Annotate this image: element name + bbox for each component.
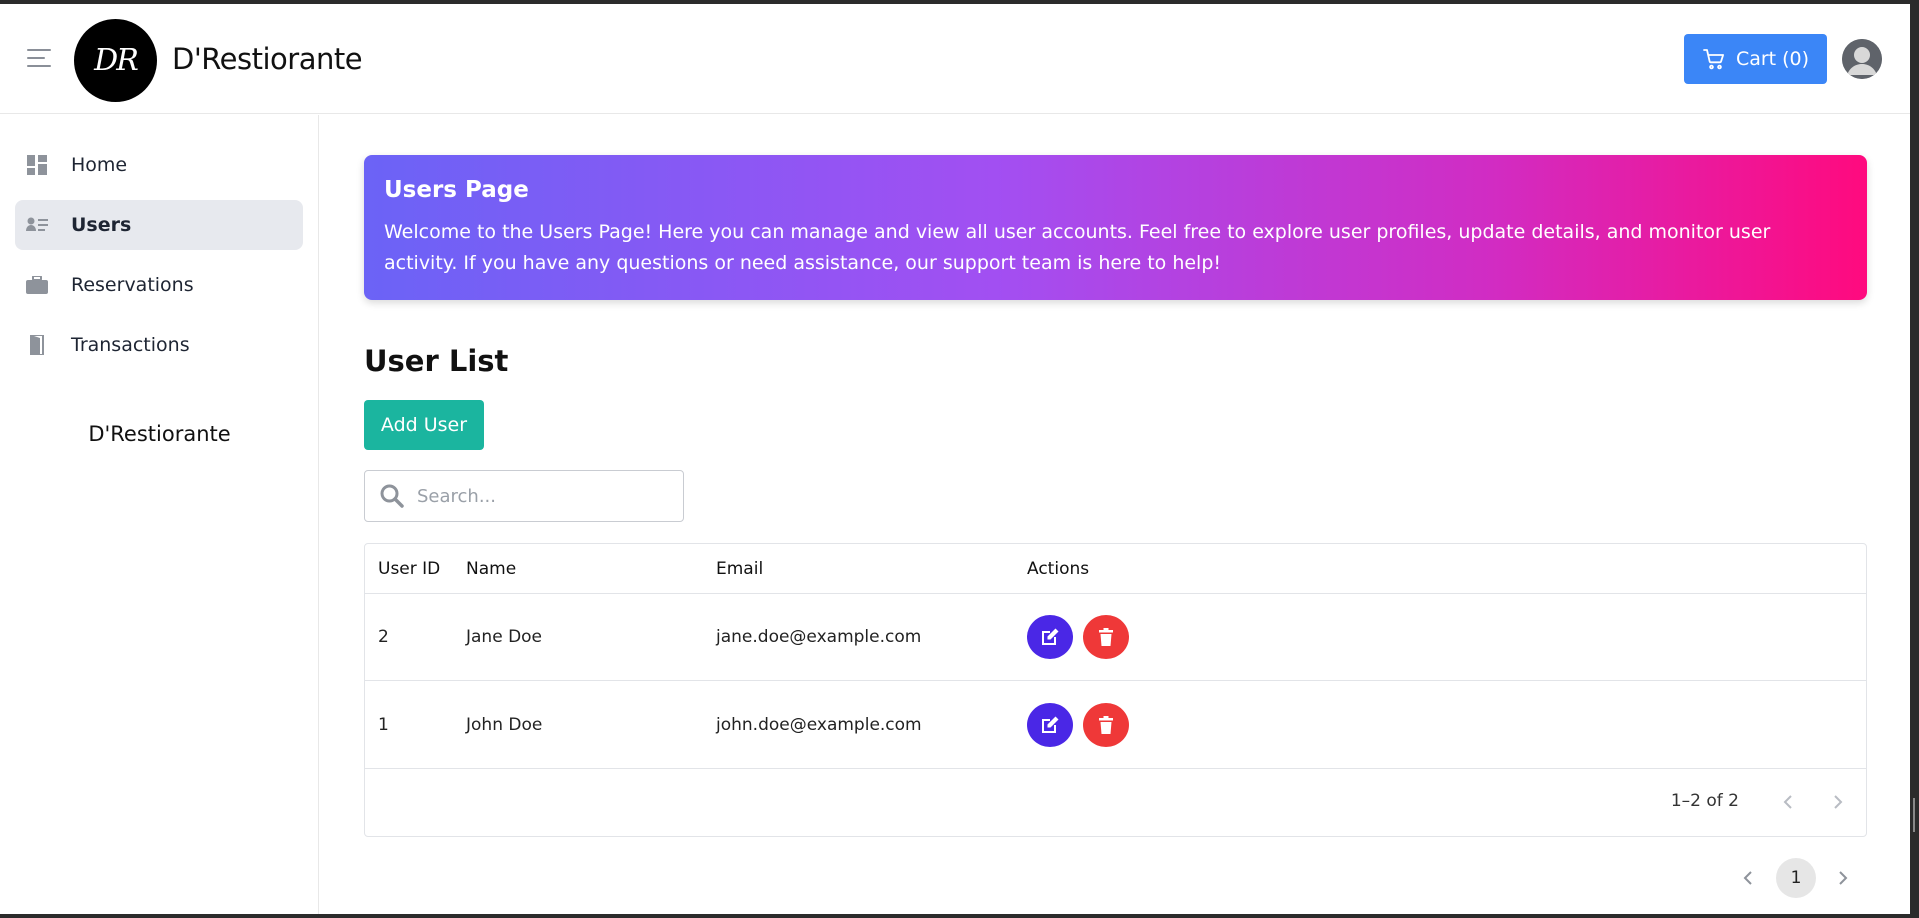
page-number-button[interactable]: 1 — [1776, 858, 1816, 898]
resize-grip[interactable] — [1913, 798, 1915, 832]
app-window: DR D'Restiorante Cart (0) Home Users Res… — [0, 4, 1910, 914]
sidebar: Home Users Reservations Transactions D'R… — [0, 115, 319, 914]
chevron-left-icon — [1743, 871, 1752, 885]
edit-icon — [1042, 628, 1059, 645]
edit-button[interactable] — [1027, 703, 1073, 747]
delete-button[interactable] — [1083, 703, 1129, 747]
sidebar-item-label: Transactions — [71, 334, 190, 356]
chevron-left-icon — [1783, 795, 1792, 809]
pagination-range: 1–2 of 2 — [1670, 791, 1739, 811]
cart-label: Cart (0) — [1735, 48, 1810, 70]
chevron-right-icon — [1834, 795, 1843, 809]
search-box[interactable] — [364, 470, 684, 522]
add-user-button[interactable]: Add User — [364, 400, 484, 450]
sidebar-item-transactions[interactable]: Transactions — [15, 320, 303, 370]
window-edge — [1910, 0, 1919, 918]
sidebar-item-label: Home — [71, 154, 128, 176]
sidebar-item-label: Reservations — [71, 274, 194, 296]
dashboard-icon — [26, 154, 48, 176]
column-header-name[interactable]: Name — [466, 544, 516, 593]
column-header-user-id[interactable]: User ID — [378, 544, 440, 593]
table-row: 1 John Doe john.doe@example.com — [365, 682, 1866, 769]
user-name-cell: Jane Doe — [466, 627, 543, 647]
next-page-button[interactable] — [1827, 791, 1849, 813]
previous-page-button[interactable] — [1777, 791, 1799, 813]
user-table: User ID Name Email Actions 2 Jane Doe ja… — [364, 543, 1867, 837]
brand-logo[interactable]: DR — [74, 19, 157, 102]
trash-icon — [1099, 716, 1113, 734]
edit-icon — [1042, 716, 1059, 733]
user-id-cell: 1 — [378, 715, 389, 735]
top-header: DR D'Restiorante Cart (0) — [0, 4, 1910, 114]
table-row: 2 Jane Doe jane.doe@example.com — [365, 594, 1866, 681]
user-email-cell: jane.doe@example.com — [716, 627, 922, 647]
cart-button[interactable]: Cart (0) — [1684, 34, 1827, 84]
sidebar-item-label: Users — [71, 214, 132, 236]
edit-button[interactable] — [1027, 615, 1073, 659]
chevron-right-icon — [1839, 871, 1848, 885]
pager-previous-button[interactable] — [1737, 867, 1759, 889]
sidebar-item-reservations[interactable]: Reservations — [15, 260, 303, 310]
search-input[interactable] — [417, 485, 667, 507]
table-footer: 1–2 of 2 — [365, 769, 1866, 836]
sidebar-item-users[interactable]: Users — [15, 200, 303, 250]
user-id-cell: 2 — [378, 627, 389, 647]
trash-icon — [1099, 628, 1113, 646]
cart-icon — [1703, 49, 1724, 70]
banner-text: Welcome to the Users Page! Here you can … — [384, 221, 1771, 274]
brand-name: D'Restiorante — [172, 42, 363, 76]
users-list-icon — [26, 214, 48, 236]
sidebar-item-home[interactable]: Home — [15, 140, 303, 190]
column-header-actions[interactable]: Actions — [1027, 544, 1089, 593]
table-header-row: User ID Name Email Actions — [365, 544, 1866, 594]
user-name-cell: John Doe — [466, 715, 543, 735]
pager-next-button[interactable] — [1832, 867, 1854, 889]
person-icon — [1842, 39, 1882, 79]
actions-cell — [1027, 594, 1129, 680]
users-page-banner: Users Page Welcome to the Users Page! He… — [364, 155, 1867, 300]
sidebar-brand: D'Restiorante — [88, 422, 231, 446]
banner-title: Users Page — [384, 177, 529, 203]
page-title: User List — [364, 344, 509, 378]
user-email-cell: john.doe@example.com — [716, 715, 922, 735]
briefcase-icon — [26, 274, 48, 296]
door-icon — [26, 334, 48, 356]
search-icon — [380, 484, 404, 508]
user-avatar[interactable] — [1842, 39, 1882, 79]
column-header-email[interactable]: Email — [716, 544, 763, 593]
actions-cell — [1027, 682, 1129, 768]
hamburger-menu-icon[interactable] — [27, 49, 51, 69]
delete-button[interactable] — [1083, 615, 1129, 659]
